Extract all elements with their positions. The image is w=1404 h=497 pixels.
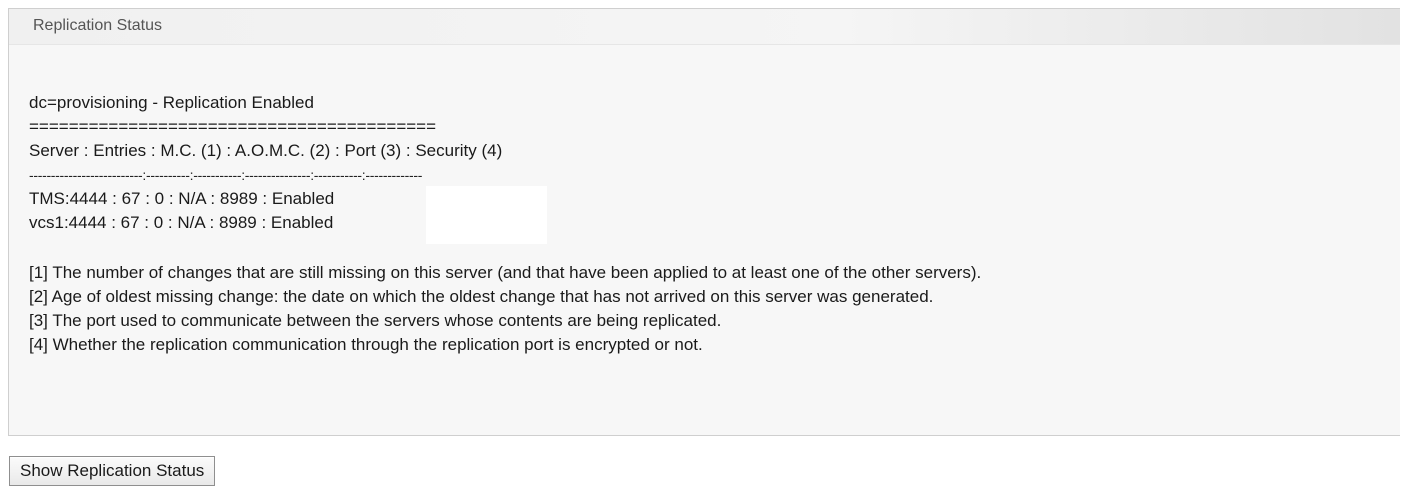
server-row-vcs1: vcs1:4444 : 67 : 0 : N/A : 8989 : Enable…: [29, 213, 334, 232]
footer-actions: Show Replication Status: [8, 436, 1404, 497]
panel-title: Replication Status: [9, 9, 1400, 45]
replication-status-panel: Replication Status dc=provisioning - Rep…: [8, 8, 1400, 436]
note-3: [3] The port used to communicate between…: [29, 311, 722, 330]
note-1: [1] The number of changes that are still…: [29, 263, 982, 282]
replication-output: dc=provisioning - Replication Enabled ==…: [9, 45, 1400, 357]
server-row-tms: TMS:4444 : 67 : 0 : N/A : 8989 : Enabled: [29, 189, 335, 208]
highlight-area: [426, 186, 547, 244]
columns-header: Server : Entries : M.C. (1) : A.O.M.C. (…: [29, 141, 503, 160]
dash-separator: --------------------------:----------:--…: [29, 167, 423, 183]
replication-heading: dc=provisioning - Replication Enabled: [29, 93, 314, 112]
note-4: [4] Whether the replication communicatio…: [29, 335, 703, 354]
show-replication-status-button[interactable]: Show Replication Status: [9, 456, 216, 486]
note-2: [2] Age of oldest missing change: the da…: [29, 287, 934, 306]
separator-line: ========================================…: [29, 117, 437, 136]
